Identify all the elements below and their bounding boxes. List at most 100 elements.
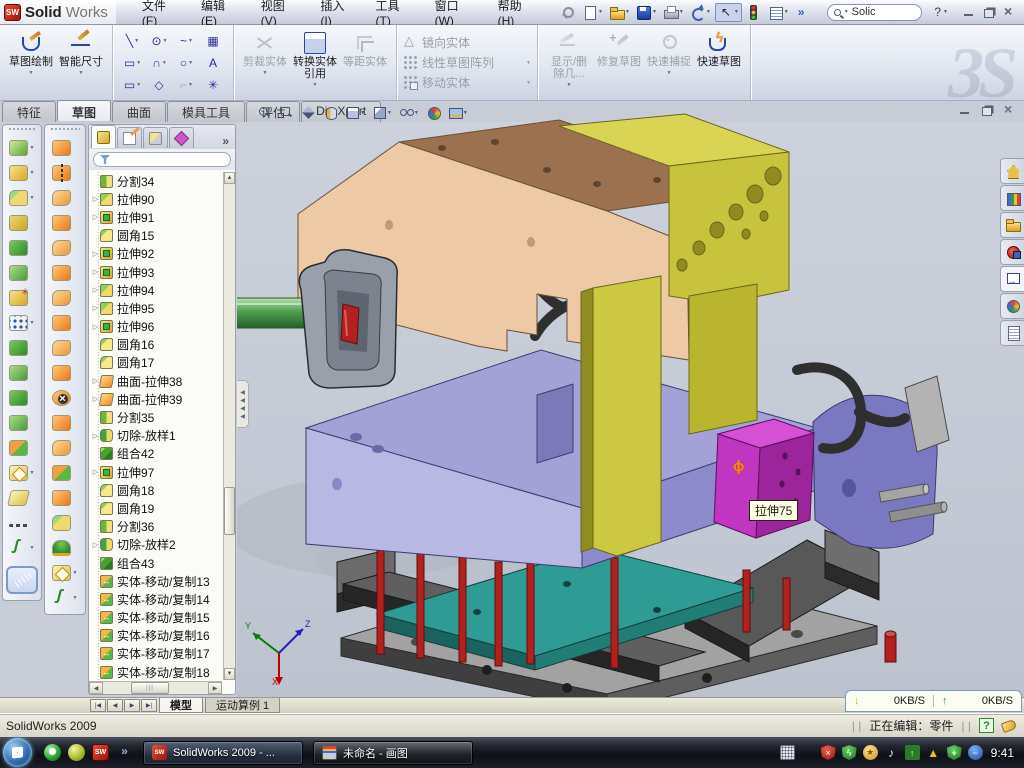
help-button[interactable]: ? ▼ — [934, 5, 948, 19]
solidworks-quicklaunch-icon[interactable]: SW — [92, 744, 109, 761]
close-button[interactable] — [1002, 6, 1016, 18]
search-input[interactable]: Solic — [852, 6, 876, 18]
repair-sketch-button[interactable]: 修复草图 — [594, 28, 644, 98]
featuremanager-tab[interactable] — [91, 125, 116, 148]
tree-item[interactable]: 分割34 — [91, 172, 235, 190]
input-method-icon[interactable] — [780, 745, 795, 760]
move-entities-button[interactable]: 移动实体 ▼ — [403, 74, 531, 91]
display-delete-relations-button[interactable]: 显示/删除几... ▼ — [544, 28, 594, 98]
measure-button[interactable] — [6, 566, 38, 594]
area-select-icon[interactable]: ▦ — [200, 30, 227, 52]
line-icon[interactable]: ╲ ▼ — [119, 30, 146, 52]
tree-item[interactable]: ▷ 切除-放样1 — [91, 427, 235, 445]
tree-item[interactable]: ▷ 拉伸93 — [91, 263, 235, 281]
ellipse-icon[interactable]: ○ ▼ — [173, 52, 200, 74]
ribbon-tab[interactable]: 特征 — [2, 101, 56, 122]
linear-sketch-pattern-button[interactable]: 线性草图阵列 ▼ — [403, 54, 531, 71]
open-icon[interactable]: ▼ — [607, 4, 632, 21]
tree-item[interactable]: ▷ 拉伸96 — [91, 318, 235, 336]
expand-arrow-icon[interactable]: ▷ — [91, 323, 100, 331]
quick-snaps-button[interactable]: 快速捕捉 ▼ — [644, 28, 694, 98]
tree-item[interactable]: ▷ 切除-放样2 — [91, 536, 235, 554]
fillet-surface-icon[interactable] — [46, 510, 84, 535]
reference-geometry2-icon[interactable]: ▼ — [46, 560, 84, 585]
mold-assembly-model[interactable] — [237, 100, 1024, 697]
antivirus-alert-icon[interactable]: × — [821, 745, 836, 760]
scroll-down-button[interactable]: ▼ — [224, 668, 235, 680]
tree-item[interactable]: 圆角18 — [91, 481, 235, 499]
next-page-button[interactable]: ▶ — [124, 699, 140, 712]
scroll-up-button[interactable]: ▲ — [224, 172, 235, 184]
appearances-tab[interactable] — [1000, 293, 1024, 319]
freeform-icon[interactable] — [46, 260, 84, 285]
expand-arrow-icon[interactable]: ▷ — [91, 432, 100, 440]
draft-icon[interactable] — [4, 385, 40, 410]
quicklaunch-expand-icon[interactable]: » — [116, 744, 133, 761]
scroll-right-button[interactable]: ▶ — [208, 682, 222, 694]
rectangle-icon[interactable]: ▭ ▼ — [119, 52, 146, 74]
point-icon[interactable]: ✳ — [200, 74, 227, 96]
scroll-left-button[interactable]: ◀ — [89, 682, 103, 694]
linear-pattern-icon[interactable]: ▼ — [4, 310, 40, 335]
scroll-thumb[interactable]: ||| — [131, 682, 169, 694]
swept-boss-icon[interactable] — [4, 210, 40, 235]
hole-wizard-icon[interactable] — [4, 285, 40, 310]
propertymanager-tab[interactable] — [117, 127, 142, 148]
tree-horizontal-scrollbar[interactable]: ◀ ||| ▶ — [89, 681, 222, 694]
tree-item[interactable]: ▷ 曲面-拉伸38 — [91, 372, 235, 390]
viewport-minimize-button[interactable] — [958, 104, 972, 116]
toolbar-overflow-icon[interactable] — [793, 4, 813, 21]
minimize-button[interactable] — [962, 6, 976, 18]
new-document-icon[interactable]: ▼ — [580, 4, 605, 21]
tree-item[interactable]: 分割35 — [91, 408, 235, 426]
plane-icon[interactable] — [4, 485, 40, 510]
print-icon[interactable]: ▼ — [661, 4, 686, 21]
select-icon[interactable]: ▼ — [715, 3, 742, 22]
convert-entities-button[interactable]: 转换实体引用 ▼ — [290, 28, 340, 98]
sprue-clamp-assembly[interactable] — [237, 250, 397, 388]
expand-arrow-icon[interactable]: ▷ — [91, 286, 100, 294]
move-copy-body-icon[interactable] — [4, 435, 40, 460]
indent-icon[interactable] — [46, 485, 84, 510]
graphics-viewport[interactable]: ◀◀◀◀ ϕ 拉伸75 — [237, 122, 1024, 697]
sketch-fillet-icon[interactable]: ⌐ ▼ — [173, 74, 200, 96]
tree-filter-box[interactable] — [93, 152, 231, 167]
swept-cut-icon[interactable] — [46, 185, 84, 210]
ribbon-tab[interactable]: 曲面 — [112, 101, 166, 122]
custom-properties-tab[interactable] — [1000, 320, 1024, 346]
ribbon-tab[interactable]: 草图 — [57, 100, 111, 121]
reference-geometry-icon[interactable]: ▼ — [4, 460, 40, 485]
expand-arrow-icon[interactable]: ▷ — [91, 195, 100, 203]
arc-icon[interactable]: ∩ ▼ — [146, 52, 173, 74]
revolved-boss-icon[interactable] — [46, 135, 84, 160]
mirror-feature-icon[interactable] — [4, 335, 40, 360]
axis-icon[interactable] — [4, 510, 40, 535]
expand-arrow-icon[interactable]: ▷ — [91, 541, 100, 549]
taskbar-window-button[interactable]: 未命名 - 画图 — [313, 741, 473, 765]
prev-page-button[interactable]: ◀ — [107, 699, 123, 712]
rib-icon[interactable] — [4, 360, 40, 385]
lofted-cut-icon[interactable] — [46, 210, 84, 235]
bend-icon[interactable] — [46, 360, 84, 385]
tree-item[interactable]: 实体-移动/复制14 — [91, 590, 235, 608]
rebuild-icon[interactable] — [744, 4, 764, 21]
tree-item[interactable]: ▷ 拉伸94 — [91, 281, 235, 299]
scroll-thumb[interactable] — [224, 487, 235, 535]
wrap-icon[interactable] — [46, 435, 84, 460]
tag-icon[interactable] — [1001, 718, 1018, 732]
tree-item[interactable]: ▷ 拉伸95 — [91, 299, 235, 317]
document-tab[interactable]: 运动算例 1 — [205, 698, 280, 713]
display-style-icon[interactable]: ▼ — [346, 106, 365, 119]
polygon-icon[interactable]: ◇ — [146, 74, 173, 96]
start-button[interactable] — [3, 738, 32, 767]
curves-icon[interactable]: ▼ — [4, 535, 40, 560]
fillet-icon[interactable]: ▼ — [4, 185, 40, 210]
tree-item[interactable]: 组合43 — [91, 554, 235, 572]
save-icon[interactable]: ▼ — [634, 4, 659, 21]
text-icon[interactable]: A — [200, 52, 227, 74]
zoom-area-icon[interactable] — [280, 106, 294, 119]
dome-cylinder-icon[interactable] — [46, 535, 84, 560]
tree-item[interactable]: ▷ 拉伸97 — [91, 463, 235, 481]
update-blocked-icon[interactable]: − — [968, 745, 983, 760]
badge-icon[interactable]: ★ — [863, 745, 878, 760]
